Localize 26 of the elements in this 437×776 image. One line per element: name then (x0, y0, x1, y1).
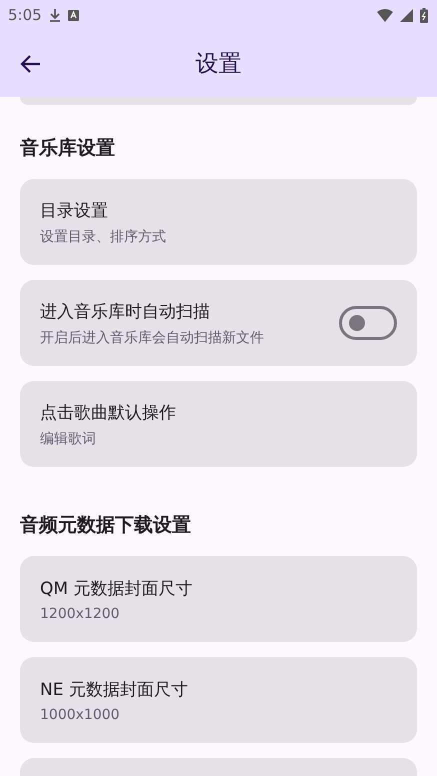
toggle-switch[interactable] (339, 306, 397, 340)
item-subtitle: 1200x1200 (40, 606, 121, 622)
back-icon[interactable] (19, 54, 41, 74)
item-title: QM 元数据封面尺寸 (40, 578, 194, 600)
settings-item[interactable]: NE 元数据封面尺寸 1000x1000 (20, 657, 417, 743)
wifi-icon (377, 8, 393, 22)
item-title: 目录设置 (40, 200, 109, 222)
section-header: 音乐库设置 (20, 136, 116, 161)
status-time: 5:05 (8, 6, 42, 24)
item-subtitle: 设置目录、排序方式 (40, 228, 167, 246)
app-notification-icon (68, 10, 79, 20)
item-subtitle: 1000x1000 (40, 706, 121, 722)
settings-item[interactable]: 点击歌曲默认操作 编辑歌词 (20, 381, 417, 467)
settings-item[interactable]: 进入音乐库时自动扫描 开启后进入音乐库会自动扫描新文件 (20, 280, 417, 366)
item-subtitle: 开启后进入音乐库会自动扫描新文件 (40, 328, 265, 346)
signal-icon (400, 8, 413, 22)
page-title: 设置 (196, 50, 242, 79)
item-title: 进入音乐库时自动扫描 (40, 300, 211, 322)
item-title: 点击歌曲默认操作 (40, 402, 177, 424)
item-subtitle: 编辑歌词 (40, 430, 97, 448)
settings-item[interactable]: QM 元数据封面尺寸 1200x1200 (20, 556, 417, 642)
download-icon (48, 8, 61, 22)
battery-icon (420, 8, 428, 22)
settings-item[interactable]: 目录设置 设置目录、排序方式 (20, 179, 417, 265)
item-title: NE 元数据封面尺寸 (40, 678, 189, 700)
section-header: 音频元数据下载设置 (20, 513, 192, 538)
